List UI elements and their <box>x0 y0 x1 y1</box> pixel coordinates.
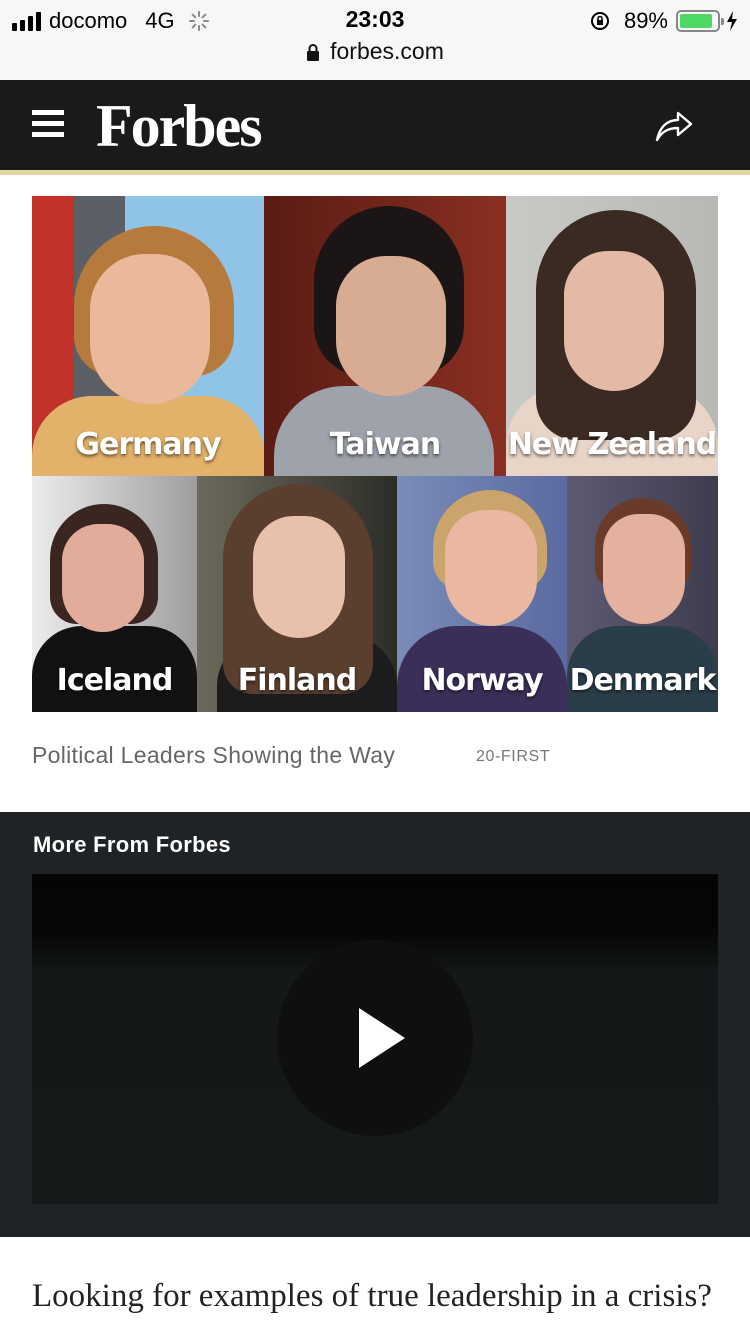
section-title: More From Forbes <box>33 832 231 857</box>
site-header: Forbes <box>0 80 750 170</box>
tile-norway: Norway <box>397 476 567 712</box>
forbes-logo[interactable]: Forbes <box>96 92 263 161</box>
tile-label: New Zealand <box>507 427 717 462</box>
address-bar[interactable]: forbes.com <box>0 38 750 65</box>
hero-caption: Political Leaders Showing the Way <box>32 742 396 768</box>
padlock-icon <box>307 43 320 61</box>
url-text: forbes.com <box>330 38 444 64</box>
status-bar: docomo 4G 23:03 89% forbes.com <box>0 0 750 80</box>
tile-label: Taiwan <box>329 427 441 462</box>
tile-label: Denmark <box>569 663 717 698</box>
battery-percent: 89% <box>623 8 668 33</box>
menu-icon[interactable] <box>32 110 64 138</box>
video-player[interactable] <box>32 874 718 1204</box>
tile-label: Norway <box>421 663 543 698</box>
hero-image[interactable]: Germany Taiwan New Zealand Iceland Finla… <box>32 196 718 712</box>
tile-iceland: Iceland <box>32 476 197 712</box>
article-lead-text: Looking for examples of true leadership … <box>32 1278 712 1334</box>
tile-taiwan: Taiwan <box>264 196 506 476</box>
play-icon <box>359 1008 405 1068</box>
share-icon[interactable] <box>654 106 694 144</box>
play-button[interactable] <box>277 940 473 1136</box>
tile-label: Iceland <box>56 663 174 698</box>
charging-bolt-icon <box>727 11 737 31</box>
tile-label: Germany <box>75 427 221 462</box>
header-accent-stripe <box>0 170 750 175</box>
hero-credit: 20-FIRST <box>476 748 551 765</box>
battery-icon <box>676 10 724 32</box>
tile-label: Finland <box>237 663 358 698</box>
tile-new-zealand: New Zealand <box>506 196 718 476</box>
tile-denmark: Denmark <box>567 476 718 712</box>
status-right: 89% <box>590 8 738 34</box>
tile-finland: Finland <box>197 476 397 712</box>
rotation-lock-icon <box>590 12 609 30</box>
more-from-forbes-section: More From Forbes <box>0 812 750 1237</box>
tile-germany: Germany <box>32 196 264 476</box>
